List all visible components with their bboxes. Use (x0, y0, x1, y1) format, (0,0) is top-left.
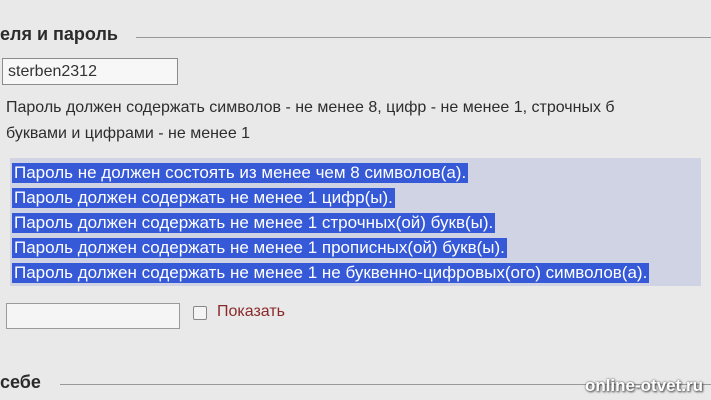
password-input[interactable] (6, 303, 180, 329)
validation-error-item: Пароль должен содержать не менее 1 пропи… (12, 238, 507, 258)
validation-error-list: Пароль не должен состоять из менее чем 8… (12, 163, 650, 288)
fieldset-legend: еля и пароль (0, 24, 118, 44)
account-fieldset-legend-row: еля и пароль (0, 24, 711, 50)
about-section-legend: себе (0, 372, 41, 392)
password-requirements-hint: Пароль должен содержать символов - не ме… (6, 95, 711, 147)
username-input[interactable] (2, 58, 178, 85)
validation-error-item: Пароль должен содержать не менее 1 цифр(… (12, 188, 395, 208)
hint-line-1: Пароль должен содержать символов - не ме… (6, 99, 615, 116)
watermark-text: online-otvet.ru (584, 376, 703, 395)
validation-error-item: Пароль не должен состоять из менее чем 8… (12, 163, 469, 183)
validation-error-item: Пароль должен содержать не менее 1 не бу… (12, 263, 650, 283)
show-password-checkbox[interactable] (193, 306, 207, 320)
show-password-label[interactable]: Показать (217, 303, 285, 321)
fieldset-divider (136, 37, 711, 38)
validation-error-item: Пароль должен содержать не менее 1 строч… (12, 213, 496, 233)
hint-line-2: буквами и цифрами - не менее 1 (6, 125, 251, 142)
